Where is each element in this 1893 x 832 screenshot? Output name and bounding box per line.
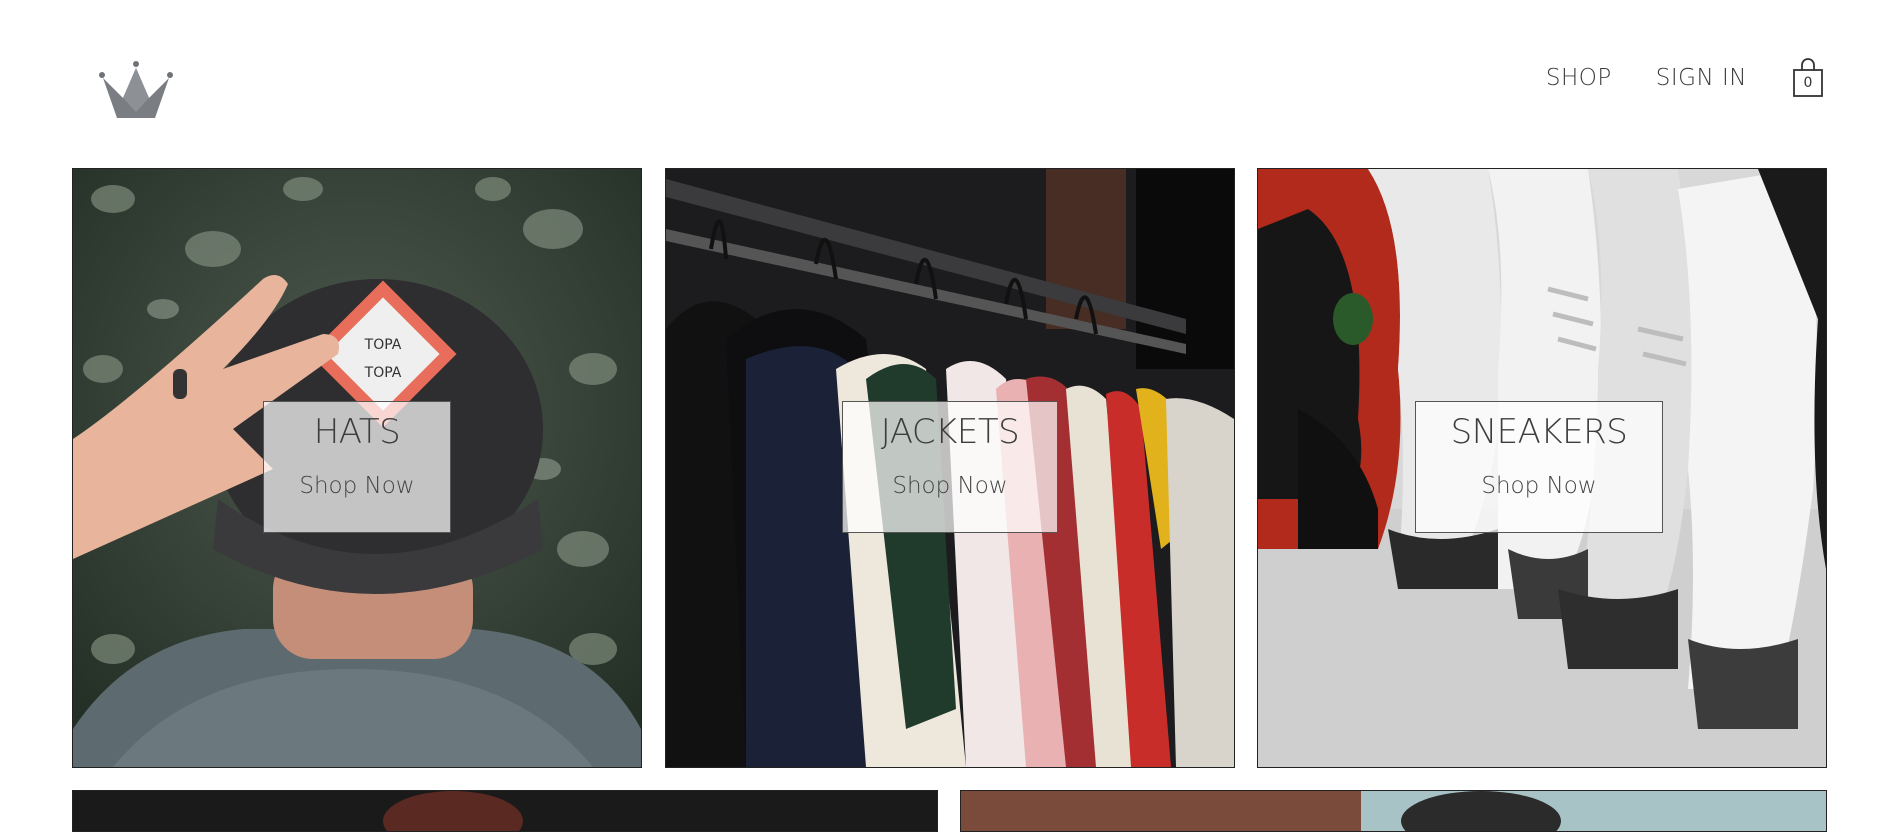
shop-now-link[interactable]: Shop Now — [264, 471, 450, 501]
svg-text:TOPA: TOPA — [364, 365, 402, 381]
category-label-sneakers[interactable]: SNEAKERS Shop Now — [1415, 401, 1663, 533]
category-tile-lower-left[interactable] — [72, 790, 938, 832]
main-nav: SHOP SIGN IN 0 — [1546, 58, 1825, 98]
category-title: JACKETS — [880, 412, 1020, 452]
cart-button[interactable]: 0 — [1791, 58, 1825, 98]
crown-logo-icon[interactable] — [97, 60, 175, 122]
lower-right-photo — [961, 791, 1826, 831]
nav-sign-in-link[interactable]: SIGN IN — [1656, 58, 1747, 98]
category-tile-hats[interactable]: TOPA TOPA HATS Shop Now — [72, 168, 642, 768]
category-tile-jackets[interactable]: JACKETS Shop Now — [665, 168, 1235, 768]
category-tile-lower-right[interactable] — [960, 790, 1827, 832]
shop-now-link[interactable]: Shop Now — [1416, 471, 1662, 501]
category-title: HATS — [313, 412, 401, 452]
lower-left-photo — [73, 791, 937, 831]
category-title: SNEAKERS — [1450, 412, 1628, 452]
site-header: SHOP SIGN IN 0 — [0, 0, 1893, 160]
shop-now-link[interactable]: Shop Now — [843, 471, 1057, 501]
svg-text:TOPA: TOPA — [364, 337, 402, 353]
nav-shop-link[interactable]: SHOP — [1546, 58, 1612, 98]
category-tile-sneakers[interactable]: SNEAKERS Shop Now — [1257, 168, 1827, 768]
category-label-jackets[interactable]: JACKETS Shop Now — [842, 401, 1058, 533]
cart-count: 0 — [1803, 75, 1813, 91]
category-label-hats[interactable]: HATS Shop Now — [263, 401, 451, 533]
